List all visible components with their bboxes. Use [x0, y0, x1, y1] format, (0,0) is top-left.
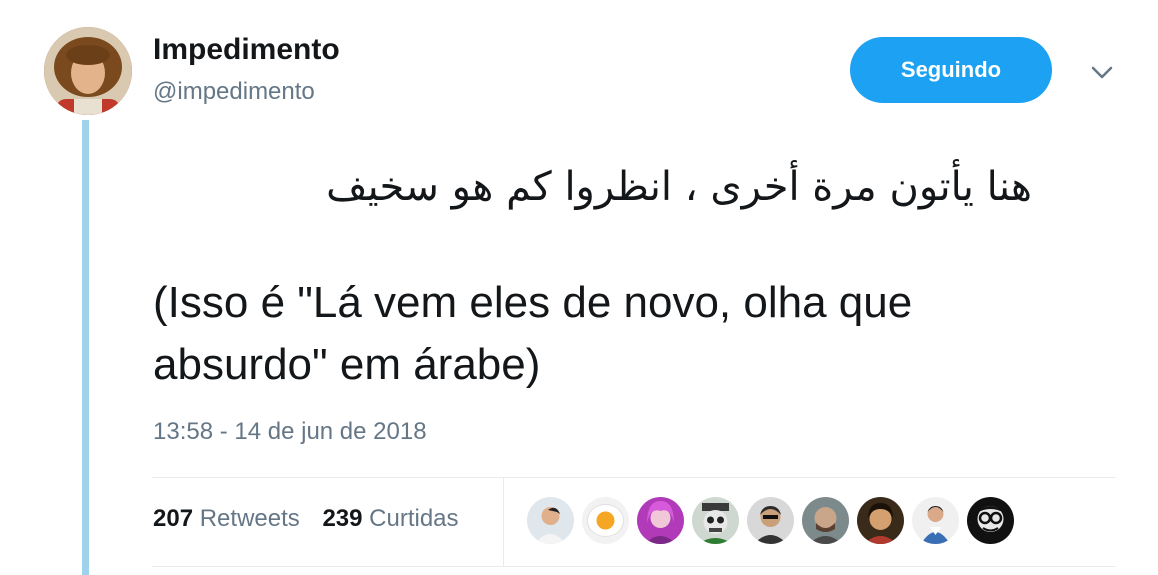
- stats-divider-bottom: [152, 566, 1116, 567]
- thread-line: [82, 120, 89, 575]
- liker-avatar-8[interactable]: [912, 497, 959, 544]
- user-avatar-icon[interactable]: [44, 27, 132, 115]
- tweet-text-line-2: absurdo" em árabe): [153, 340, 541, 389]
- likes-stat[interactable]: 239 Curtidas: [322, 505, 458, 532]
- likes-label: Curtidas: [369, 505, 459, 532]
- chevron-down-icon[interactable]: [1088, 60, 1116, 84]
- tweet-stats: 207 Retweets 239 Curtidas: [153, 505, 475, 533]
- retweets-count: 207: [153, 505, 194, 532]
- liker-avatar-2[interactable]: [582, 497, 629, 544]
- liker-avatar-3[interactable]: [637, 497, 684, 544]
- stats-divider-vertical: [503, 478, 504, 566]
- stats-divider-top: [152, 477, 1116, 478]
- retweets-label: Retweets: [199, 505, 300, 532]
- liker-avatar-9[interactable]: [967, 497, 1014, 544]
- liker-avatar-6[interactable]: [802, 497, 849, 544]
- liker-avatar-7[interactable]: [857, 497, 904, 544]
- liker-avatar-1[interactable]: [527, 497, 574, 544]
- author-handle[interactable]: @impedimento: [153, 78, 315, 106]
- likes-count: 239: [322, 505, 363, 532]
- liker-avatars: [527, 497, 1014, 544]
- tweet-text-arabic: هنا يأتون مرة أخرى ، انظروا كم هو سخيف: [326, 164, 1032, 210]
- author-name[interactable]: Impedimento: [153, 33, 340, 67]
- retweets-stat[interactable]: 207 Retweets: [153, 505, 300, 532]
- tweet-text-line-1: (Isso é "Lá vem eles de novo, olha que: [153, 278, 913, 327]
- following-button[interactable]: Seguindo: [850, 37, 1052, 103]
- tweet-text-translation: (Isso é "Lá vem eles de novo, olha que a…: [153, 272, 1093, 396]
- liker-avatar-4[interactable]: [692, 497, 739, 544]
- liker-avatar-5[interactable]: [747, 497, 794, 544]
- tweet-timestamp[interactable]: 13:58 - 14 de jun de 2018: [153, 418, 427, 446]
